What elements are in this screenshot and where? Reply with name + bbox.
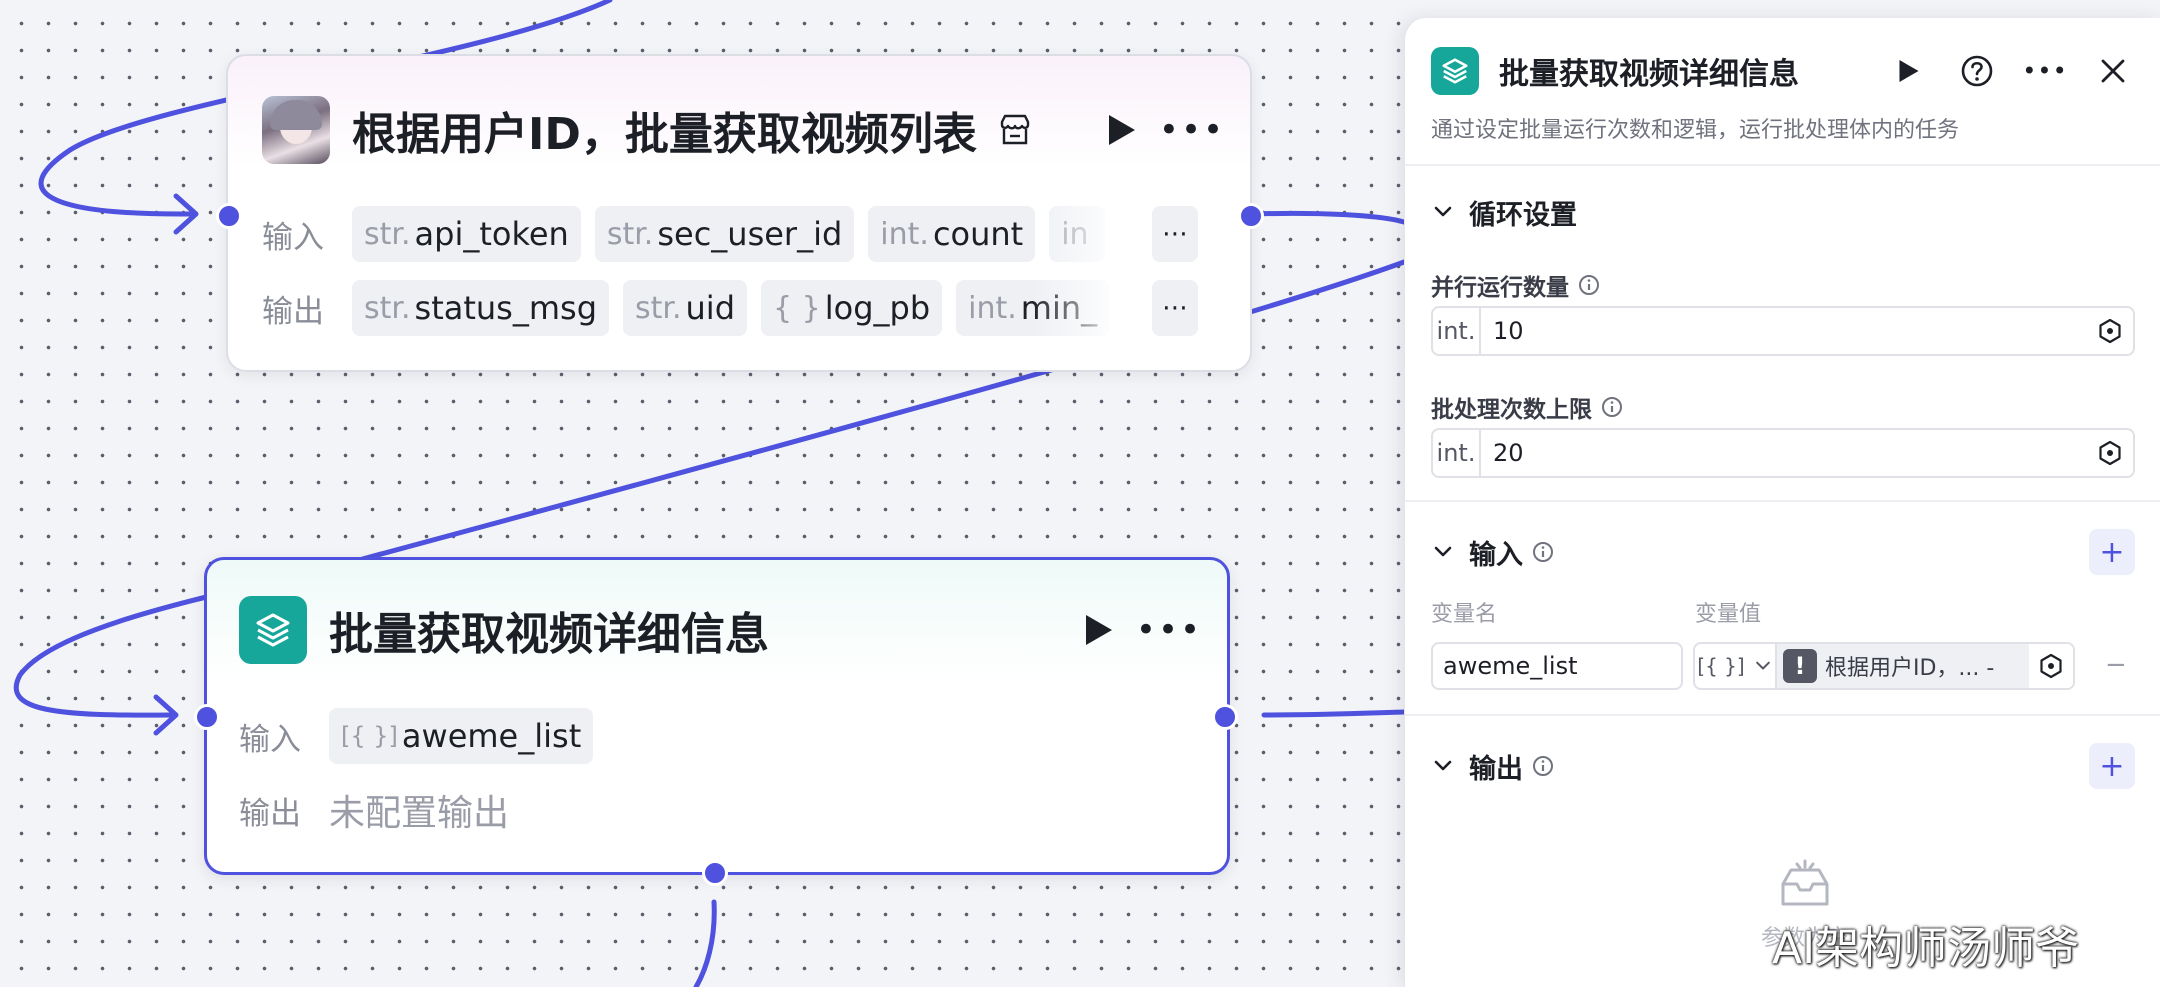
- more-button[interactable]: •••: [1159, 110, 1223, 150]
- input-tag-sec-user-id[interactable]: str. sec_user_id: [594, 206, 855, 262]
- input-row: 输入 str. api_token str. sec_user_id int. cou…: [262, 206, 1198, 262]
- column-variable-value: 变量值: [1695, 602, 1762, 627]
- wire-node2-to-panel: [1261, 709, 1407, 718]
- divider: [1405, 164, 2160, 166]
- play-icon: [1109, 115, 1135, 145]
- batch-limit-label: 批处理次数上限: [1431, 390, 1624, 424]
- warning-icon: !: [1783, 649, 1817, 683]
- column-variable-name: 变量名: [1431, 602, 1498, 627]
- parallel-count-input[interactable]: int. 10: [1431, 306, 2135, 356]
- node-header: 根据用户ID，批量获取视频列表 •••: [262, 90, 1223, 170]
- node2-input-port[interactable]: [194, 704, 220, 730]
- close-icon: [2101, 59, 2125, 83]
- variable-picker-icon[interactable]: [2087, 318, 2133, 344]
- properties-panel: 批量获取视频详细信息 ••• 通过设定批量运行次数和逻辑，运行批处理体内的任务 …: [1404, 18, 2160, 987]
- node1-input-port[interactable]: [216, 203, 242, 229]
- node2-bottom-port[interactable]: [702, 860, 728, 886]
- panel-header: 批量获取视频详细信息 •••: [1431, 44, 2135, 98]
- run-button[interactable]: [1887, 49, 1931, 93]
- run-button[interactable]: [1102, 110, 1142, 150]
- output-placeholder: 未配置输出: [329, 793, 510, 834]
- chevron-down-icon: [1755, 661, 1770, 670]
- node-user-video-list[interactable]: 根据用户ID，批量获取视频列表 ••• 输入 str. api_token str…: [226, 54, 1252, 372]
- node-title: 根据用户ID，批量获取视频列表: [352, 109, 977, 160]
- remove-input-button[interactable]: −: [2105, 650, 2127, 680]
- play-icon: [1086, 615, 1112, 645]
- type-select[interactable]: [{ }]: [1695, 644, 1777, 688]
- node1-output-port[interactable]: [1238, 203, 1264, 229]
- chevron-down-icon: [1434, 206, 1452, 217]
- node2-output-port[interactable]: [1212, 704, 1238, 730]
- input-tag-count[interactable]: int. count: [868, 206, 1036, 262]
- info-icon[interactable]: [1577, 273, 1601, 297]
- input-more-button[interactable]: ⋯: [1152, 206, 1198, 262]
- avatar: [262, 96, 330, 164]
- input-row: 输入 [{ }] aweme_list: [239, 708, 594, 764]
- output-tag-min[interactable]: int. min_: [956, 280, 1110, 336]
- info-icon[interactable]: [1600, 395, 1624, 419]
- variable-reference[interactable]: ! 根据用户ID，... -: [1777, 644, 2029, 688]
- store-icon[interactable]: [997, 112, 1033, 148]
- arrow-head-1: [173, 193, 199, 235]
- output-label: 输出: [262, 293, 324, 330]
- output-row: 输出 未配置输出: [239, 782, 509, 838]
- divider: [1405, 714, 2160, 716]
- section-input[interactable]: 输入: [1431, 530, 1555, 574]
- batch-limit-input[interactable]: int. 20: [1431, 428, 2135, 478]
- layers-icon: [1431, 47, 1479, 95]
- add-input-button[interactable]: +: [2089, 529, 2135, 575]
- wire-node1-to-panel: [1249, 210, 1407, 225]
- add-output-button[interactable]: +: [2089, 743, 2135, 789]
- input-label: 输入: [239, 721, 301, 758]
- close-button[interactable]: [2091, 49, 2135, 93]
- section-output[interactable]: 输出: [1431, 744, 1555, 788]
- divider: [1405, 500, 2160, 502]
- variable-value-selector[interactable]: [{ }] ! 根据用户ID，... -: [1693, 642, 2075, 690]
- empty-inbox-icon: [1781, 859, 1829, 906]
- run-button[interactable]: [1079, 610, 1119, 650]
- more-button[interactable]: •••: [1136, 610, 1200, 650]
- info-icon[interactable]: [1531, 754, 1555, 778]
- input-tag-truncated[interactable]: in: [1049, 206, 1105, 262]
- chevron-down-icon: [1434, 546, 1452, 557]
- wire-node2-down: [693, 899, 717, 987]
- node-batch-video-detail[interactable]: 批量获取视频详细信息 ••• 输入 [{ }] aweme_list 输出 未配置…: [204, 557, 1230, 875]
- play-icon: [1899, 60, 1919, 82]
- input-tag-aweme-list[interactable]: [{ }] aweme_list: [329, 708, 594, 764]
- input-tag-api-token[interactable]: str. api_token: [352, 206, 581, 262]
- watermark: AI架构师汤师爷: [1772, 923, 2080, 974]
- parallel-count-label: 并行运行数量: [1431, 268, 1601, 302]
- node-title: 批量获取视频详细信息: [329, 609, 769, 660]
- chevron-down-icon: [1434, 760, 1452, 771]
- layers-icon: [239, 596, 307, 664]
- arrow-head-2: [153, 694, 179, 736]
- output-label: 输出: [239, 795, 301, 832]
- variable-name-input[interactable]: aweme_list: [1431, 642, 1683, 690]
- output-tag-log-pb[interactable]: { } log_pb: [761, 280, 943, 336]
- section-loop-settings[interactable]: 循环设置: [1431, 190, 1577, 234]
- info-icon[interactable]: [1531, 540, 1555, 564]
- output-tag-status-msg[interactable]: str. status_msg: [352, 280, 609, 336]
- variable-picker-icon[interactable]: [2029, 644, 2073, 688]
- output-more-button[interactable]: ⋯: [1152, 280, 1198, 336]
- variable-picker-icon[interactable]: [2087, 440, 2133, 466]
- more-button[interactable]: •••: [2022, 49, 2067, 93]
- output-row: 输出 str. status_msg str. uid { } log_pb int.…: [262, 280, 1198, 336]
- help-icon: [1961, 55, 1993, 87]
- node-header: 批量获取视频详细信息 •••: [239, 590, 1200, 670]
- help-button[interactable]: [1955, 49, 1999, 93]
- output-tag-uid[interactable]: str. uid: [623, 280, 747, 336]
- panel-title: 批量获取视频详细信息: [1499, 57, 1799, 92]
- panel-description: 通过设定批量运行次数和逻辑，运行批处理体内的任务: [1431, 118, 1960, 143]
- input-label: 输入: [262, 219, 324, 256]
